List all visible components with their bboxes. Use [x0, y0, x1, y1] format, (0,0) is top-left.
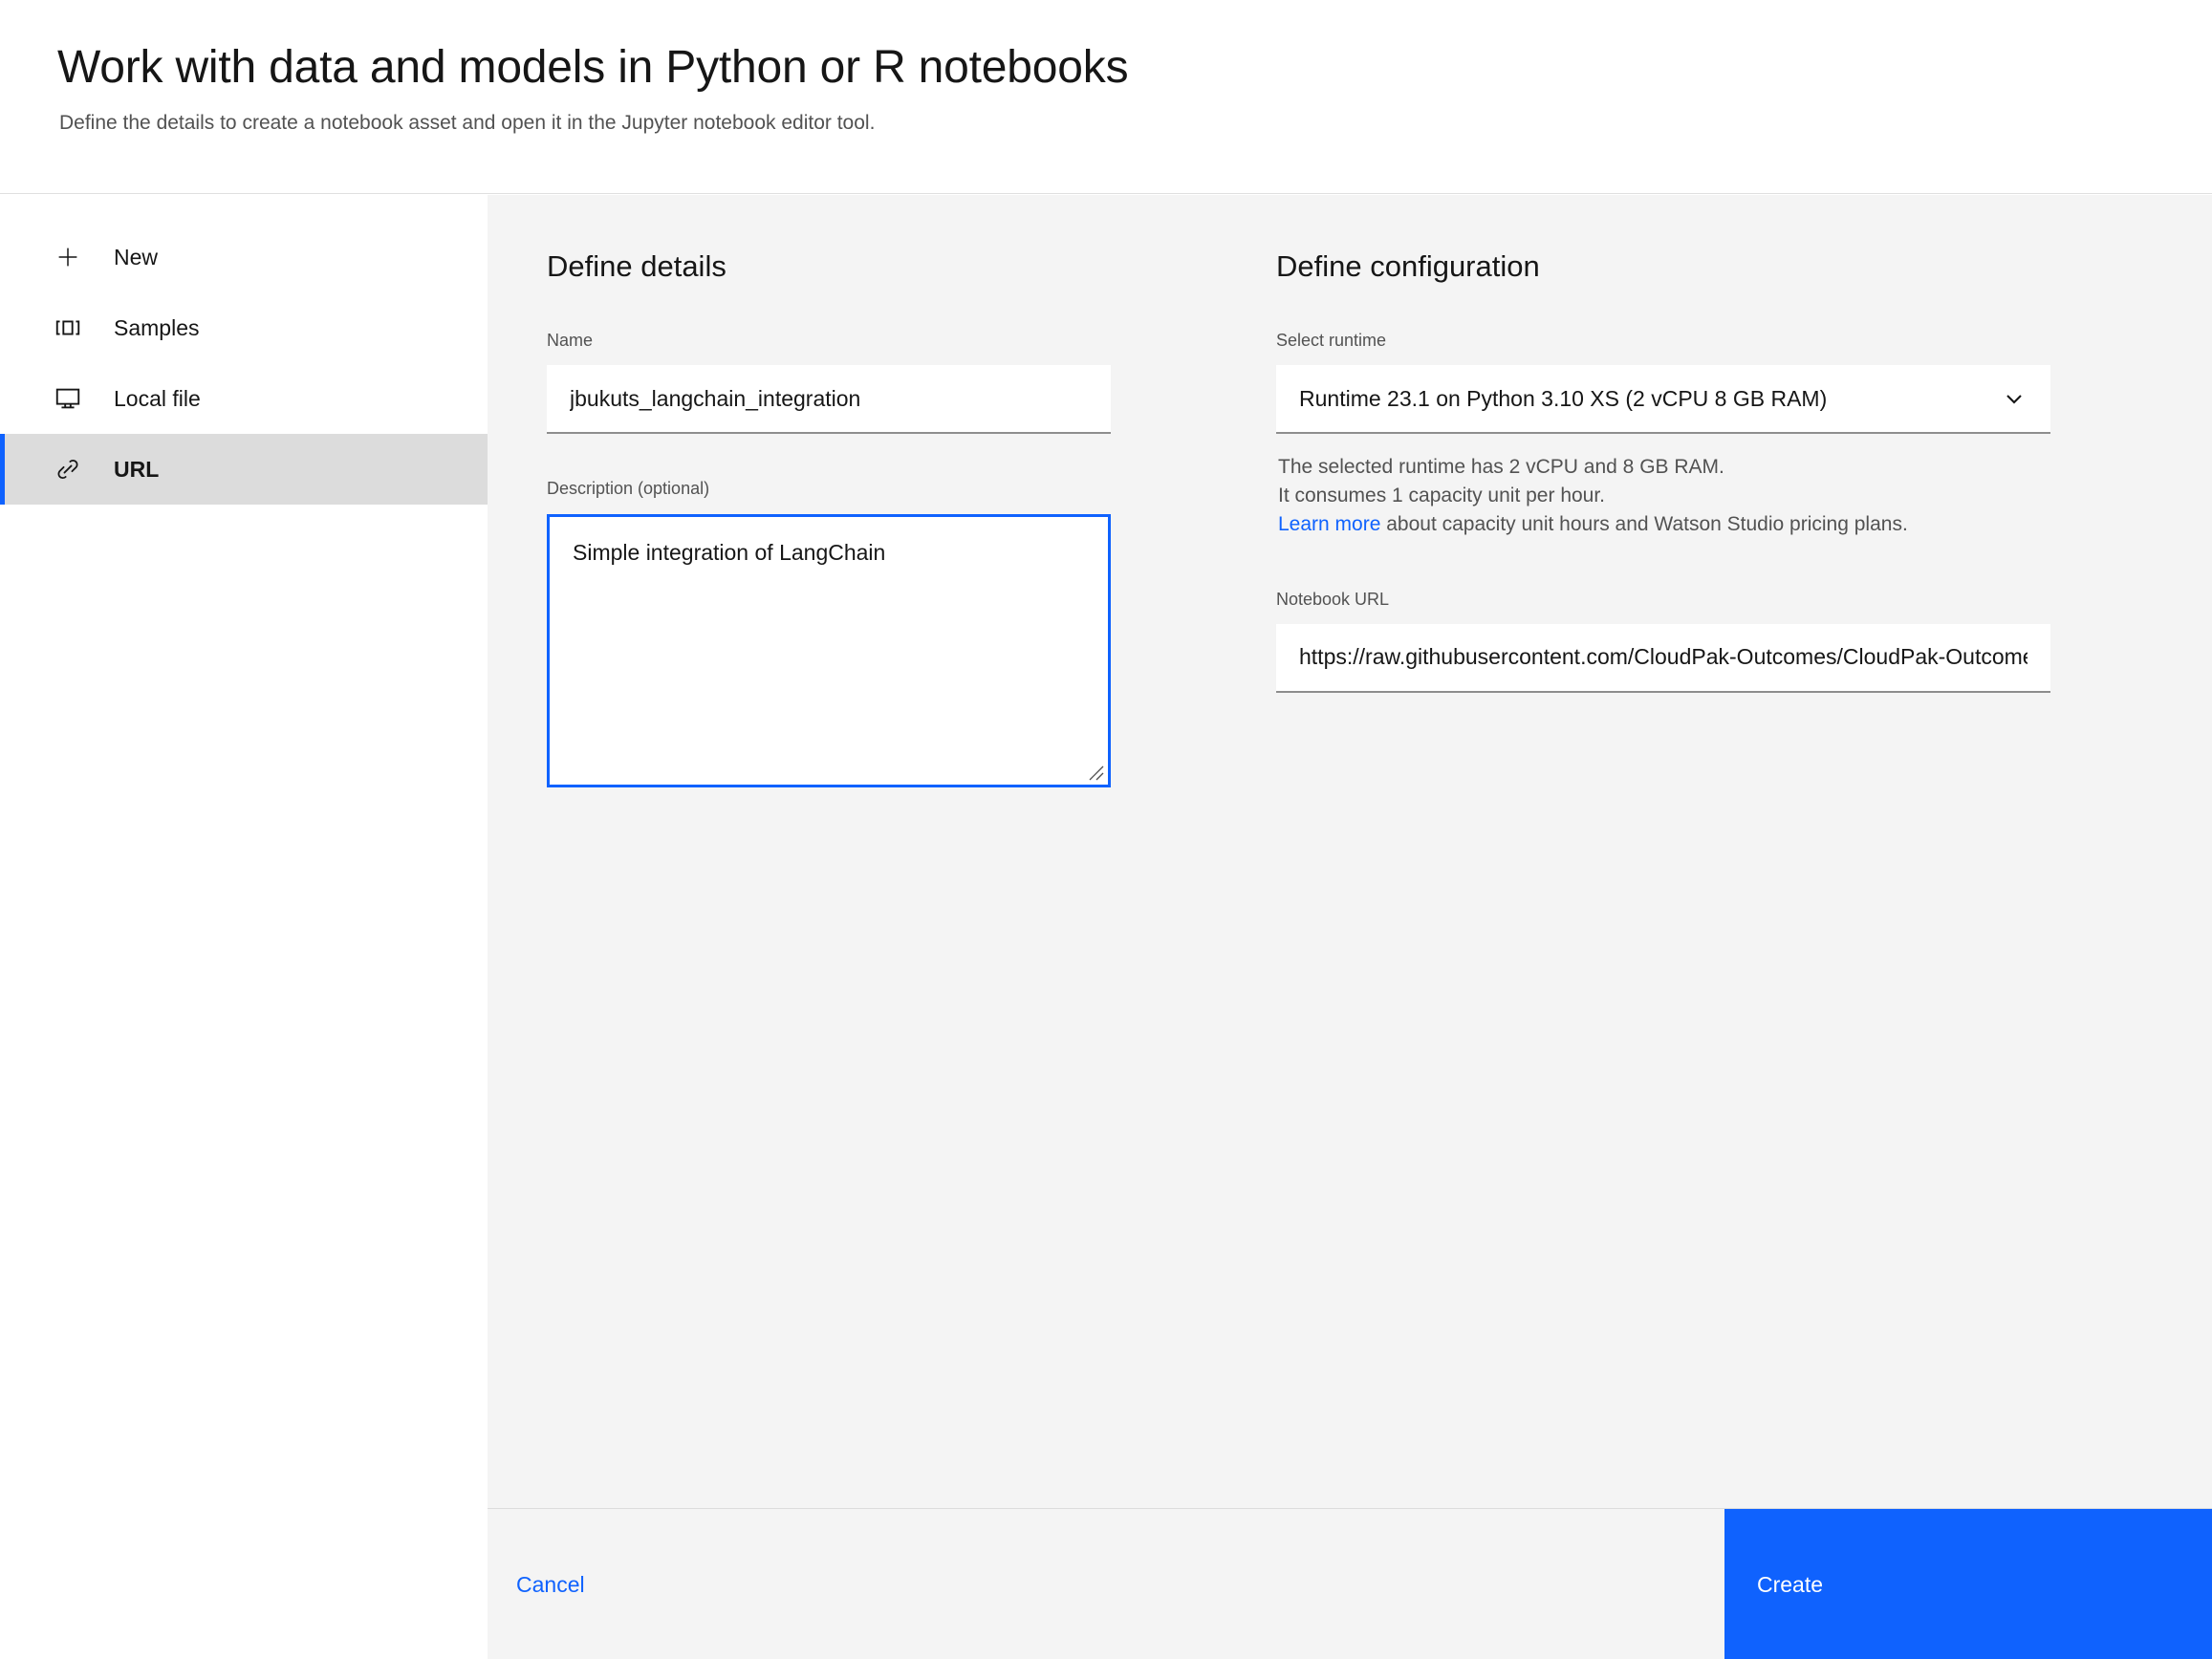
source-sidebar: New Samples Local file URL — [0, 195, 488, 1659]
name-field-group: Name — [547, 330, 1111, 435]
notebook-url-label: Notebook URL — [1276, 589, 1390, 609]
sidebar-item-url[interactable]: URL — [0, 434, 488, 505]
define-configuration-heading: Define configuration — [1276, 249, 1540, 283]
action-footer: Cancel Create — [488, 1508, 2212, 1659]
runtime-selected-value: Runtime 23.1 on Python 3.10 XS (2 vCPU 8… — [1299, 385, 1828, 411]
notebook-url-field-group: Notebook URL — [1276, 589, 2060, 693]
sidebar-item-label: New — [114, 244, 159, 269]
helper-line-3: about capacity unit hours and Watson Stu… — [1380, 512, 1908, 535]
runtime-helper-text: The selected runtime has 2 vCPU and 8 GB… — [1278, 453, 2033, 538]
cancel-button[interactable]: Cancel — [488, 1509, 1724, 1659]
sidebar-item-label: URL — [114, 456, 160, 482]
sidebar-item-samples[interactable]: Samples — [0, 292, 488, 363]
chevron-down-icon[interactable] — [2003, 387, 2026, 410]
name-input[interactable] — [547, 365, 1111, 435]
sidebar-item-label: Samples — [114, 314, 200, 340]
description-textarea[interactable] — [547, 513, 1111, 787]
create-button[interactable]: Create — [1724, 1509, 2212, 1659]
define-details-heading: Define details — [547, 249, 726, 283]
helper-line-1: The selected runtime has 2 vCPU and 8 GB… — [1278, 456, 1724, 479]
name-label: Name — [547, 330, 594, 350]
sidebar-item-new[interactable]: New — [0, 222, 488, 292]
main-content: Define details Name Description (optiona… — [488, 195, 2212, 1508]
notebook-url-input[interactable] — [1276, 623, 2050, 693]
runtime-field-group: Select runtime Runtime 23.1 on Python 3.… — [1276, 330, 2060, 435]
plus-icon — [53, 242, 83, 272]
description-label: Description (optional) — [547, 479, 710, 499]
learn-more-link[interactable]: Learn more — [1278, 513, 1380, 535]
runtime-label: Select runtime — [1276, 330, 1387, 350]
page-title: Work with data and models in Python or R… — [57, 42, 1129, 93]
page-header: Work with data and models in Python or R… — [0, 0, 2212, 194]
helper-line-2: It consumes 1 capacity unit per hour. — [1278, 484, 1606, 506]
carousel-icon — [53, 312, 83, 343]
sidebar-item-local-file[interactable]: Local file — [0, 363, 488, 434]
description-field-group: Description (optional) — [547, 478, 1111, 787]
define-details-column: Define details Name Description (optiona… — [547, 248, 1111, 831]
monitor-icon — [53, 383, 83, 414]
create-notebook-page: Work with data and models in Python or R… — [0, 0, 2212, 1659]
sidebar-item-label: Local file — [114, 385, 201, 411]
define-configuration-column: Define configuration Select runtime Runt… — [1276, 248, 2060, 831]
runtime-select[interactable]: Runtime 23.1 on Python 3.10 XS (2 vCPU 8… — [1276, 365, 2050, 435]
link-icon — [53, 454, 83, 485]
page-subtitle: Define the details to create a notebook … — [59, 111, 876, 134]
